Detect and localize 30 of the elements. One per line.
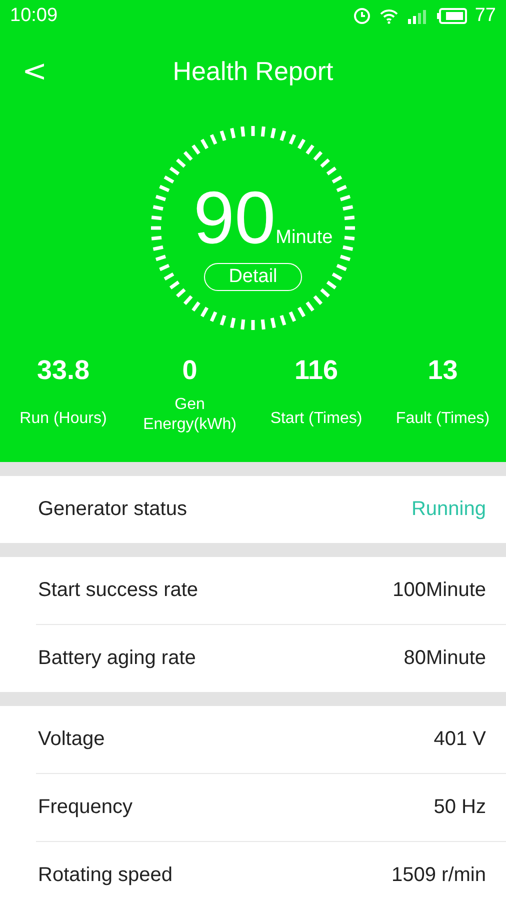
row-label: Generator status — [38, 498, 187, 521]
score-unit: Minute — [276, 227, 333, 249]
stat-label: Fault (Times) — [394, 409, 491, 429]
battery-level: 77 — [474, 5, 496, 27]
back-button[interactable]: < — [18, 54, 52, 88]
stat-value: 33.8 — [36, 355, 90, 387]
page-title: Health Report — [172, 56, 334, 86]
row-label: Rotating speed — [38, 864, 173, 887]
stat-label: Run (Hours) — [18, 409, 108, 429]
signal-icon — [406, 8, 429, 24]
row-label: Start success rate — [38, 579, 198, 602]
row-value: 80Minute — [404, 647, 486, 670]
battery-icon — [436, 8, 467, 24]
stat-label: Gen Energy(kWh) — [142, 395, 238, 435]
row-value: 100Minute — [392, 579, 486, 602]
row-value: 401 V — [434, 728, 486, 751]
row-label: Frequency — [38, 796, 132, 819]
status-value: Running — [411, 498, 486, 521]
stat-value: 13 — [428, 355, 458, 387]
stat-value: 116 — [294, 355, 338, 387]
alarm-icon — [352, 7, 371, 25]
row-label: Battery aging rate — [38, 647, 196, 670]
stat-label: Start (Times) — [269, 409, 364, 429]
score-value: 90 — [193, 183, 276, 253]
detail-button[interactable]: Detail — [204, 263, 302, 291]
row-value: 1509 r/min — [392, 864, 486, 887]
row-label: Voltage — [38, 728, 105, 751]
status-time: 10:09 — [10, 5, 58, 27]
row-value: 50 Hz — [434, 796, 486, 819]
wifi-icon — [378, 8, 399, 24]
